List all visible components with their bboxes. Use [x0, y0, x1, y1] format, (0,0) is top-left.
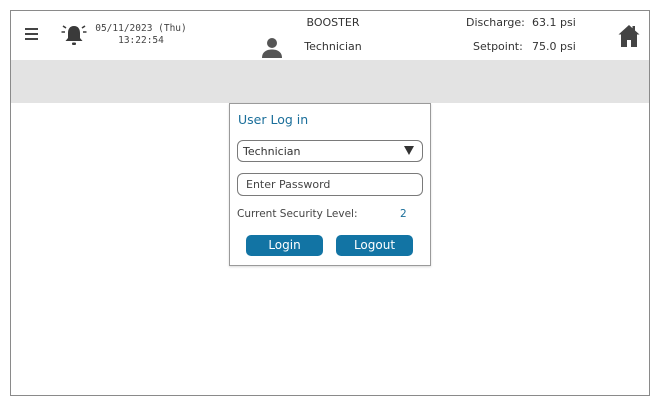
discharge-label: Discharge: — [466, 16, 525, 29]
user-level-selected: Technician — [243, 145, 301, 158]
user-login-dialog: User Log in Technician Current Security … — [229, 103, 431, 266]
toolbar-band — [11, 60, 649, 103]
login-button[interactable]: Login — [246, 235, 323, 256]
date-text: 05/11/2023 (Thu) — [95, 23, 187, 34]
date-time-display: 05/11/2023 (Thu) 13:22:54 — [92, 23, 190, 47]
dialog-title: User Log in — [238, 112, 309, 127]
password-input[interactable] — [237, 173, 423, 196]
alarm-bell-icon[interactable] — [61, 23, 87, 47]
app-frame: 05/11/2023 (Thu) 13:22:54 BOOSTER Techni… — [10, 10, 650, 396]
dropdown-arrow-icon — [404, 146, 414, 155]
user-level-select[interactable]: Technician — [237, 140, 423, 162]
home-icon[interactable] — [618, 24, 640, 48]
setpoint-label: Setpoint: — [473, 40, 523, 53]
user-icon — [262, 38, 282, 58]
discharge-value: 63.1 psi — [532, 16, 576, 29]
current-user: Technician — [304, 40, 362, 53]
setpoint-value: 75.0 psi — [532, 40, 576, 53]
station-title: BOOSTER — [306, 16, 360, 29]
top-header: 05/11/2023 (Thu) 13:22:54 BOOSTER Techni… — [11, 11, 649, 60]
security-level-label: Current Security Level: — [237, 208, 358, 220]
security-level-value: 2 — [400, 208, 407, 220]
time-text: 13:22:54 — [118, 35, 164, 46]
menu-icon[interactable] — [25, 28, 38, 40]
logout-button[interactable]: Logout — [336, 235, 413, 256]
